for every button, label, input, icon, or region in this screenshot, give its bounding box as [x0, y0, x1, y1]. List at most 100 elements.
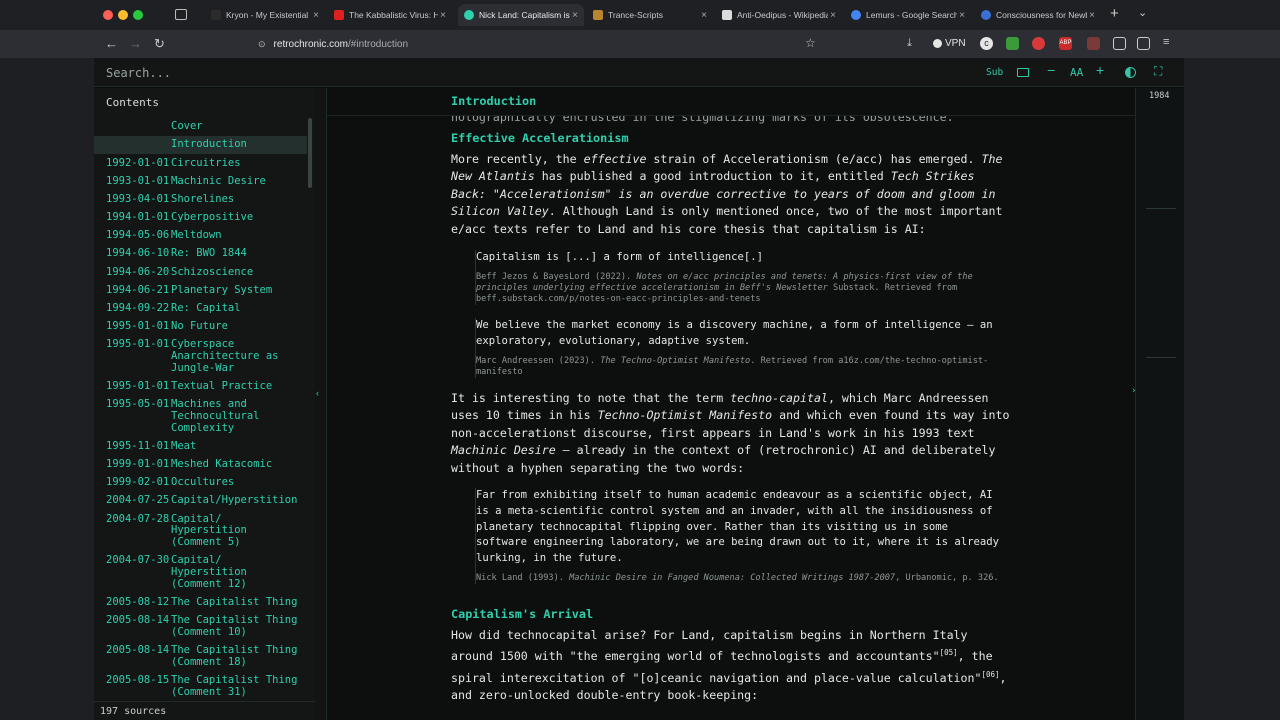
tab-kryon[interactable]: Kryon - My Existential H ×	[205, 4, 325, 26]
toc-item-date: 1992-01-01	[106, 156, 170, 169]
browser-toolbar: ← → ↻ ⊙ retrochronic.com/#introduction ☆…	[0, 30, 1280, 58]
toc-item[interactable]: 1994-06-20 Schizoscience	[94, 263, 307, 281]
toc-item[interactable]: Introduction	[94, 136, 307, 155]
browser-menu-icon[interactable]: ≡	[1163, 36, 1169, 48]
toc-item[interactable]: 1994-01-01 Cyberpositive	[94, 209, 307, 227]
toc-item[interactable]: 1995-01-01 Textual Practice	[94, 378, 307, 396]
toc-item[interactable]: 1999-01-01 Meshed Katacomic	[94, 456, 307, 474]
close-tab-icon[interactable]: ×	[570, 10, 580, 21]
zoom-in-icon[interactable]: +	[1096, 62, 1104, 78]
address-bar[interactable]: ⊙ retrochronic.com/#introduction	[248, 33, 828, 55]
table-of-contents: Cover Introduction 1992-01-01 Circuitries 19…	[94, 118, 307, 701]
reload-icon[interactable]: ↻	[154, 36, 165, 52]
adblock-icon[interactable]: ABP	[1059, 37, 1072, 50]
toc-item[interactable]: 2005-08-15 The Capitalist Thing (Comment …	[94, 672, 307, 701]
extensions-puzzle-icon[interactable]	[1113, 37, 1126, 50]
toc-item-date: 1994-01-01	[106, 211, 170, 224]
font-size-button[interactable]: AA	[1070, 66, 1083, 79]
toc-item[interactable]: Cover	[94, 118, 307, 136]
download-icon[interactable]: ⤓	[907, 37, 912, 50]
close-tab-icon[interactable]: ×	[311, 10, 321, 21]
toc-item-title: Occultures	[171, 476, 235, 489]
tab-anti-oedipus[interactable]: Anti-Oedipus - Wikipedia ×	[716, 4, 842, 26]
sidebar-collapse-gutter[interactable]: ‹	[315, 88, 327, 720]
subscribe-button[interactable]: Sub	[986, 67, 1003, 78]
toc-item-title: Machines and Technocultural Complexity	[171, 398, 260, 434]
toc-item-title: Capital/ Hyperstition (Comment 12)	[171, 554, 247, 590]
minimap-viewport[interactable]	[1146, 208, 1176, 358]
toc-item[interactable]: 1995-01-01 No Future	[94, 318, 307, 336]
tab-trance-scripts[interactable]: Trance-Scripts ×	[587, 4, 713, 26]
toc-item[interactable]: 1994-06-21 Planetary System	[94, 282, 307, 300]
toc-item-title: Introduction	[171, 138, 247, 151]
toc-item[interactable]: 1994-09-22 Re: Capital	[94, 300, 307, 318]
toc-item[interactable]: 1993-01-01 Machinic Desire	[94, 173, 307, 191]
fullscreen-icon[interactable]: ⛶	[1154, 64, 1162, 79]
footnote-06[interactable]: [06]	[981, 670, 999, 679]
toc-item[interactable]: 1995-05-01 Machines and Technocultural Co…	[94, 396, 307, 438]
toc-item[interactable]: 2004-07-28 Capital/ Hyperstition (Comment…	[94, 510, 307, 552]
toc-item-title: Re: BWO 1844	[171, 247, 247, 260]
mail-icon[interactable]	[1017, 68, 1029, 77]
toc-item-date: 2005-08-14	[106, 614, 170, 627]
theme-toggle-icon[interactable]	[1125, 67, 1136, 78]
toc-item[interactable]: 2005-08-14 The Capitalist Thing (Comment …	[94, 642, 307, 672]
bookmark-star-icon[interactable]: ☆	[805, 36, 816, 50]
vpn-icon	[933, 39, 942, 48]
toc-item[interactable]: 1995-11-01 Meat	[94, 438, 307, 456]
favicon-icon	[981, 10, 991, 20]
browser-tab-strip: Kryon - My Existential H × The Kabbalist…	[0, 0, 1280, 30]
toc-item[interactable]: 1994-05-06 Meltdown	[94, 227, 307, 245]
close-tab-icon[interactable]: ×	[828, 10, 838, 21]
toc-item-title: Schizoscience	[171, 265, 254, 278]
heading-capitalisms-arrival: Capitalism's Arrival	[451, 607, 594, 621]
extension-icon[interactable]	[1087, 37, 1100, 50]
tab-search-chevron-icon[interactable]: ⌄	[1138, 6, 1147, 19]
new-tab-icon[interactable]: +	[1110, 5, 1119, 22]
back-icon[interactable]: ←	[105, 36, 118, 51]
tab-kabbalistic-virus[interactable]: The Kabbalistic Virus: H ×	[328, 4, 452, 26]
toc-item[interactable]: 1994-06-10 Re: BWO 1844	[94, 245, 307, 263]
zoom-out-icon[interactable]: −	[1047, 62, 1055, 78]
collapse-sidebar-icon[interactable]: ‹	[316, 388, 319, 398]
site-info-icon[interactable]: ⊙	[258, 39, 266, 50]
tab-nick-land[interactable]: Nick Land: Capitalism is ×	[458, 4, 584, 26]
footnote-05[interactable]: [05]	[940, 648, 958, 657]
tab-overview-icon[interactable]	[175, 9, 187, 20]
toc-item-date: 1993-01-01	[106, 174, 170, 187]
search-input[interactable]: Search...	[106, 66, 171, 80]
extension-icon[interactable]: c	[980, 37, 993, 50]
maximize-window-button[interactable]	[133, 10, 143, 20]
paragraph-techno-capital: It is interesting to note that the term …	[451, 391, 1010, 475]
toc-item-date: 1995-11-01	[106, 439, 170, 452]
minimize-window-button[interactable]	[118, 10, 128, 20]
vpn-button[interactable]: VPN	[933, 38, 966, 49]
toc-item[interactable]: 2005-08-12 The Capitalist Thing	[94, 594, 307, 612]
blockquote-beff-jezos: Capitalism is [...] a form of intelligen…	[475, 250, 1005, 306]
side-panel-icon[interactable]	[1137, 37, 1150, 50]
close-tab-icon[interactable]: ×	[957, 10, 967, 21]
sidebar-scrollbar[interactable]	[308, 118, 312, 188]
contents-sidebar: Contents Cover Introduction 1992-01-01 Circ…	[94, 88, 315, 701]
close-tab-icon[interactable]: ×	[699, 10, 709, 21]
tab-consciousness[interactable]: Consciousness for Newb ×	[975, 4, 1101, 26]
toc-item[interactable]: 1999-02-01 Occultures	[94, 474, 307, 492]
toc-item[interactable]: 2004-07-25 Capital/Hyperstition	[94, 492, 307, 510]
toc-item-date: 2004-07-25	[106, 494, 170, 507]
retrochronic-favicon-icon	[464, 10, 474, 20]
toc-item[interactable]: 2005-08-14 The Capitalist Thing (Comment …	[94, 612, 307, 642]
timeline-rail[interactable]: 1984	[1135, 88, 1184, 720]
forward-icon[interactable]: →	[129, 36, 142, 51]
toc-item[interactable]: 1995-01-01 Cyberspace Anarchitecture as J…	[94, 336, 307, 378]
toc-item[interactable]: 1992-01-01 Circuitries	[94, 154, 307, 172]
toc-item[interactable]: 2004-07-30 Capital/ Hyperstition (Comment…	[94, 552, 307, 594]
youtube-favicon-icon	[334, 10, 344, 20]
close-tab-icon[interactable]: ×	[1087, 10, 1097, 21]
extension-icon[interactable]	[1032, 37, 1045, 50]
tab-lemurs-search[interactable]: Lemurs - Google Search ×	[845, 4, 971, 26]
close-window-button[interactable]	[103, 10, 113, 20]
close-tab-icon[interactable]: ×	[438, 10, 448, 21]
toc-item[interactable]: 1993-04-01 Shorelines	[94, 191, 307, 209]
toc-item-title: Shorelines	[171, 192, 235, 205]
extension-icon[interactable]	[1006, 37, 1019, 50]
